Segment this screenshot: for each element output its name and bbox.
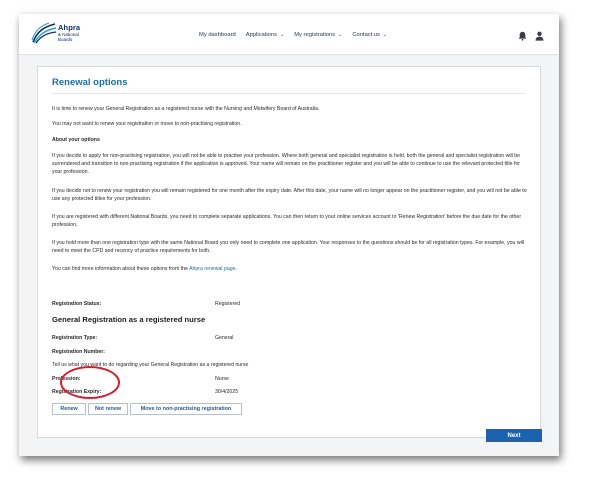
registration-type-row: Registration Type: General: [52, 335, 532, 343]
nav-my-dashboard[interactable]: My dashboard: [199, 29, 236, 41]
next-button[interactable]: Next: [486, 429, 542, 442]
multiple-boards-explainer: If you are registered with different Nat…: [52, 214, 522, 229]
chevron-down-icon: ⌄: [338, 32, 343, 38]
bell-icon[interactable]: [518, 28, 527, 41]
registration-section-title: General Registration as a registered nur…: [52, 315, 206, 324]
not-renew-explainer: If you decide not to renew your registra…: [52, 188, 527, 203]
registration-type-label: Registration Type:: [52, 335, 98, 341]
main-nav: My dashboard Applications ⌄ My registrat…: [199, 29, 397, 41]
ahpra-renewal-page-link[interactable]: Ahpra renewal page: [189, 266, 235, 272]
intro-text: It is time to renew your General Registr…: [52, 106, 320, 112]
registration-number-label: Registration Number:: [52, 349, 106, 355]
move-to-non-practising-button[interactable]: Move to non-practising registration: [130, 403, 242, 415]
renew-button[interactable]: Renew: [52, 403, 86, 415]
registration-number-row: Registration Number:: [52, 349, 532, 357]
chevron-down-icon: ⌄: [383, 32, 388, 38]
brand-name: Ahpra: [58, 23, 81, 32]
nav-item-label: My dashboard: [199, 32, 236, 38]
profession-row: Profession: Nurse: [52, 376, 532, 384]
ahpra-logo[interactable]: Ahpra & National Boards: [31, 22, 111, 48]
page-title: Renewal options: [52, 77, 128, 88]
registration-expiry-value: 30/4/2025: [215, 389, 239, 395]
profession-value: Nurse: [215, 376, 229, 382]
nav-item-label: My registrations: [294, 32, 336, 38]
more-info-suffix: .: [235, 266, 237, 272]
intro-text-2: You may not want to renew your registrat…: [52, 121, 242, 127]
more-info-text: You can find more information about thes…: [52, 265, 530, 273]
nav-item-label: Applications: [245, 32, 277, 38]
renewal-question: Tell us what you want to do regarding yo…: [52, 362, 532, 370]
nav-item-label: Contact us: [352, 32, 381, 38]
non-practising-explainer: If you decide to apply for non-practisin…: [52, 153, 521, 176]
annotation-circle: [60, 366, 120, 399]
title-divider: [52, 93, 526, 94]
chevron-down-icon: ⌄: [280, 32, 285, 38]
nav-contact-us[interactable]: Contact us ⌄: [352, 29, 387, 41]
more-info-prefix: You can find more information about thes…: [52, 266, 190, 272]
about-options-heading: About your options: [52, 137, 100, 143]
top-navigation-bar: Ahpra & National Boards My dashboard App…: [19, 14, 559, 55]
brand-subname: & National Boards: [58, 32, 79, 42]
registration-expiry-row: Registration Expiry: 30/4/2025: [52, 389, 532, 397]
user-icon[interactable]: [535, 28, 544, 41]
ahpra-logo-icon: [31, 22, 57, 44]
registration-status-label: Registration Status:: [52, 301, 102, 307]
not-renew-button[interactable]: Not renew: [88, 403, 128, 415]
multiple-types-explainer: If you hold more than one registration t…: [52, 240, 525, 255]
registration-status-value: Registered: [215, 301, 241, 307]
nav-applications[interactable]: Applications ⌄: [246, 29, 284, 41]
registration-status-row: Registration Status: Registered: [52, 301, 532, 309]
registration-type-value: General: [215, 335, 234, 341]
nav-my-registrations[interactable]: My registrations ⌄: [294, 29, 342, 41]
